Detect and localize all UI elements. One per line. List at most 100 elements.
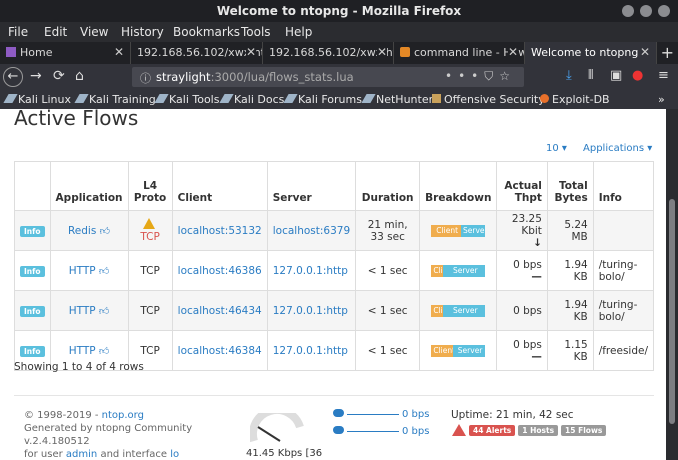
proto-cell: TCP bbox=[127, 210, 173, 251]
reload-icon[interactable]: ⟳ bbox=[53, 68, 65, 84]
new-tab-icon[interactable]: + bbox=[661, 43, 674, 62]
hosts-badge[interactable]: 1 Hosts bbox=[518, 424, 559, 436]
menu-bookmarks[interactable]: Bookmarks bbox=[173, 25, 240, 39]
extension-icon[interactable]: ● bbox=[632, 68, 643, 83]
server-cell: localhost:6379 bbox=[266, 210, 357, 251]
tab-command-line[interactable]: command line - How ✕ bbox=[394, 42, 525, 64]
server-cell: 127.0.0.1:http bbox=[266, 330, 357, 371]
menu-view[interactable]: View bbox=[80, 25, 108, 39]
home-icon[interactable]: ⌂ bbox=[75, 68, 84, 84]
page-actions-icon[interactable]: •••⛉☆ bbox=[445, 69, 516, 84]
close-window-button[interactable] bbox=[658, 5, 670, 17]
kali-icon bbox=[219, 94, 234, 103]
alerts-badge[interactable]: 44 Alerts bbox=[469, 424, 516, 436]
bookmark-kali-linux[interactable]: Kali Linux bbox=[3, 93, 71, 106]
bookmark-kali-tools[interactable]: Kali Tools bbox=[154, 93, 219, 106]
menu-file[interactable]: File bbox=[8, 25, 28, 39]
url-text: straylight:3000/lua/flows_stats.lua bbox=[156, 70, 354, 84]
address-bar[interactable]: ⓘ straylight:3000/lua/flows_stats.lua ••… bbox=[132, 67, 524, 87]
thpt-cell: 0 bps — bbox=[496, 250, 548, 291]
ntop-org-link[interactable]: ntop.org bbox=[102, 410, 144, 421]
info-button[interactable]: Info bbox=[20, 305, 45, 317]
close-tab-icon[interactable]: ✕ bbox=[507, 45, 518, 59]
client-link[interactable]: localhost:53132 bbox=[178, 225, 262, 237]
bookmark-nethunter[interactable]: NetHunter bbox=[361, 93, 433, 106]
tab-ntopng[interactable]: Welcome to ntopng ✕ bbox=[525, 42, 657, 64]
server-link[interactable]: 127.0.0.1:http bbox=[273, 305, 348, 317]
window-titlebar: Welcome to ntopng - Mozilla Firefox bbox=[0, 0, 678, 22]
info-button[interactable]: Info bbox=[20, 225, 45, 237]
tab-label: Home bbox=[20, 46, 53, 59]
client-link[interactable]: localhost:46434 bbox=[178, 305, 262, 317]
proto-value: TCP bbox=[140, 304, 160, 317]
hamburger-menu-icon[interactable]: ≡ bbox=[658, 68, 669, 83]
column-header-info[interactable]: Info bbox=[592, 161, 655, 211]
bookmarks-overflow-icon[interactable]: » bbox=[658, 93, 665, 106]
page-scrollbar[interactable] bbox=[666, 109, 678, 460]
client-link[interactable]: localhost:46384 bbox=[178, 345, 262, 357]
user-link[interactable]: admin bbox=[66, 449, 97, 460]
application-link[interactable]: HTTP bbox=[69, 305, 96, 317]
column-header-l4-proto[interactable]: L4 Proto bbox=[127, 161, 173, 211]
applications-dropdown[interactable]: Applications ▾ bbox=[583, 143, 652, 154]
column-header-actual-thpt[interactable]: Actual Thpt bbox=[496, 161, 548, 211]
tab-home[interactable]: Home ✕ bbox=[0, 42, 131, 64]
column-header-application[interactable]: Application bbox=[49, 161, 129, 211]
tab-label: 192.168.56.102/xwx.ht bbox=[137, 46, 263, 59]
interface-link[interactable]: lo bbox=[170, 449, 179, 460]
download-icon[interactable]: ⤓ bbox=[566, 68, 572, 83]
maximize-button[interactable] bbox=[640, 5, 652, 17]
menu-tools[interactable]: Tools bbox=[241, 25, 271, 39]
bookmark-kali-forums[interactable]: Kali Forums bbox=[283, 93, 362, 106]
menu-help[interactable]: Help bbox=[285, 25, 312, 39]
server-link[interactable]: 127.0.0.1:http bbox=[273, 265, 348, 277]
thpt-value: 0 bps bbox=[513, 304, 542, 317]
info-button[interactable]: Info bbox=[20, 265, 45, 277]
page-content: Active Flows 10 ▾ Applications ▾ Applica… bbox=[0, 109, 666, 460]
flows-badge[interactable]: 15 Flows bbox=[561, 424, 607, 436]
library-icon[interactable]: ⫴ bbox=[588, 68, 593, 83]
bookmark-offensive-security[interactable]: Offensive Security bbox=[432, 93, 545, 106]
thpt-cell: 0 bps bbox=[496, 290, 548, 331]
info-button[interactable]: Info bbox=[20, 345, 45, 357]
close-tab-icon[interactable]: ✕ bbox=[640, 45, 650, 59]
server-link[interactable]: localhost:6379 bbox=[273, 225, 350, 237]
application-link[interactable]: Redis bbox=[68, 225, 96, 237]
tab-xwx-2[interactable]: 192.168.56.102/xwx.ht ✕ bbox=[263, 42, 394, 64]
minimize-button[interactable] bbox=[622, 5, 634, 17]
column-header-total-bytes[interactable]: Total Bytes bbox=[546, 161, 594, 211]
scrollbar-thumb[interactable] bbox=[669, 199, 675, 424]
home-favicon-icon bbox=[6, 47, 16, 57]
bookmark-exploit-db[interactable]: Exploit-DB bbox=[540, 93, 610, 106]
proto-cell: TCP bbox=[127, 250, 173, 291]
thpt-value: 23.25 Kbit bbox=[511, 212, 542, 237]
site-info-icon[interactable]: ⓘ bbox=[140, 70, 151, 86]
tab-xwx-1[interactable]: 192.168.56.102/xwx.ht ✕ bbox=[131, 42, 263, 64]
close-tab-icon[interactable]: ✕ bbox=[245, 45, 256, 59]
sidebar-icon[interactable]: ▣ bbox=[610, 68, 622, 83]
bookmark-kali-training[interactable]: Kali Training bbox=[74, 93, 156, 106]
menu-edit[interactable]: Edit bbox=[44, 25, 67, 39]
column-header-duration[interactable]: Duration bbox=[355, 161, 421, 211]
client-share-bar: Client bbox=[431, 304, 444, 317]
back-arrow-icon[interactable]: ← bbox=[3, 67, 23, 87]
thumbs-up-icon[interactable]: 👍︎ bbox=[99, 346, 109, 357]
server-share-bar: Server bbox=[461, 224, 486, 237]
server-link[interactable]: 127.0.0.1:http bbox=[273, 345, 348, 357]
menu-history[interactable]: History bbox=[121, 25, 164, 39]
server-share-bar: Server bbox=[443, 304, 486, 317]
close-tab-icon[interactable]: ✕ bbox=[114, 45, 124, 59]
column-header-client[interactable]: Client bbox=[171, 161, 268, 211]
page-size-dropdown[interactable]: 10 ▾ bbox=[546, 143, 567, 154]
client-link[interactable]: localhost:46386 bbox=[178, 265, 262, 277]
application-link[interactable]: HTTP bbox=[69, 345, 96, 357]
thumbs-up-icon[interactable]: 👍︎ bbox=[100, 226, 110, 237]
thumbs-up-icon[interactable]: 👍︎ bbox=[99, 306, 109, 317]
forward-arrow-icon[interactable]: → bbox=[30, 68, 42, 84]
column-header-breakdown[interactable]: Breakdown bbox=[419, 161, 498, 211]
close-tab-icon[interactable]: ✕ bbox=[376, 45, 387, 59]
column-header-server[interactable]: Server bbox=[266, 161, 357, 211]
thumbs-up-icon[interactable]: 👍︎ bbox=[99, 266, 109, 277]
bookmark-kali-docs[interactable]: Kali Docs bbox=[219, 93, 284, 106]
application-link[interactable]: HTTP bbox=[69, 265, 96, 277]
